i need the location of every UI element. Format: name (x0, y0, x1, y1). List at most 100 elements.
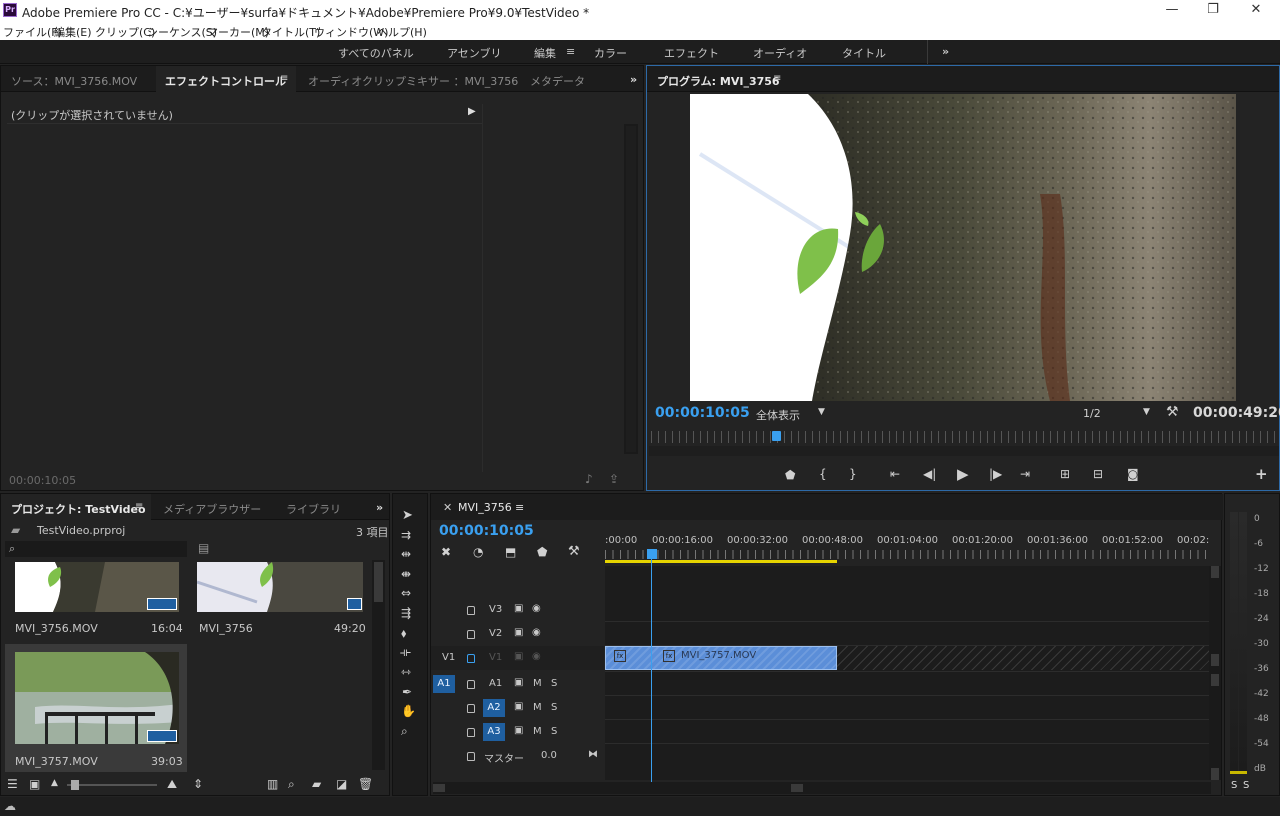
zoom-dropdown-icon[interactable]: ▼ (818, 407, 825, 417)
sync-lock-icon[interactable]: ▣ (514, 603, 523, 614)
new-bin-icon[interactable]: ▰ (312, 777, 321, 791)
zoom-tool-icon[interactable]: ⌕ (401, 724, 408, 739)
tab-effect-controls[interactable]: エフェクトコントロール (165, 73, 286, 89)
lock-icon[interactable] (467, 704, 475, 713)
selection-tool-icon[interactable]: ➤ (402, 508, 413, 523)
scroll-thumb[interactable] (1211, 566, 1219, 578)
automate-to-sequence-icon[interactable]: ▥ (267, 777, 278, 791)
mute-button[interactable]: M (533, 702, 542, 713)
menu-help[interactable]: ヘルプ(H) (377, 24, 427, 40)
project-item-1[interactable]: MVI_3756.MOV 16:04 (5, 560, 187, 642)
step-forward-icon[interactable]: |▶ (989, 467, 1002, 481)
mark-in-icon[interactable]: { (819, 467, 827, 481)
program-video-frame[interactable] (690, 94, 1236, 401)
trash-icon[interactable]: 🗑 (358, 777, 373, 791)
tracks-area[interactable] (605, 566, 1209, 780)
menu-marker[interactable]: マーカー(M) (207, 24, 269, 40)
workspace-color[interactable]: カラー (594, 45, 627, 61)
eye-icon[interactable]: ◉ (532, 627, 541, 638)
sync-lock-icon[interactable]: ▣ (514, 725, 523, 736)
extract-icon[interactable]: ⊟ (1093, 467, 1103, 481)
scroll-thumb[interactable] (433, 784, 445, 792)
project-search-input[interactable]: ⌕ (5, 541, 187, 557)
mute-button[interactable]: M (533, 726, 542, 737)
timeline-v-scrollbar[interactable] (1209, 566, 1221, 780)
project-item-2[interactable]: MVI_3756 49:20 (189, 560, 371, 642)
source-patch-a1[interactable]: A1 (433, 675, 455, 693)
thumbnail-size-slider[interactable] (67, 780, 157, 790)
new-bin-icon[interactable]: ▤ (198, 541, 209, 555)
resolution-dropdown-icon[interactable]: ▼ (1143, 407, 1150, 417)
menu-edit[interactable]: 編集(E) (54, 24, 92, 40)
close-button[interactable]: ✕ (1236, 2, 1276, 20)
timeline-playhead-handle[interactable] (647, 549, 657, 559)
meter-solo-left[interactable]: S (1231, 780, 1237, 791)
sequence-menu-icon[interactable]: ≡ (515, 501, 524, 514)
sync-lock-icon[interactable]: ▣ (514, 627, 523, 638)
eye-icon[interactable]: ◉ (532, 651, 541, 662)
workspace-audio[interactable]: オーディオ (753, 45, 807, 61)
pen-tool-icon[interactable]: ⇿ (401, 665, 411, 679)
menu-title[interactable]: タイトル(T) (261, 24, 320, 40)
go-to-out-icon[interactable]: ⇥ (1020, 467, 1030, 481)
marker-icon[interactable]: ⬟ (537, 545, 547, 559)
export-icon[interactable]: ⇪ (609, 472, 619, 486)
button-editor-icon[interactable]: + (1255, 465, 1268, 483)
zoom-out-icon[interactable]: ▲ (51, 778, 58, 788)
workspace-all-panels[interactable]: すべてのパネル (338, 45, 414, 61)
creative-cloud-icon[interactable]: ☁ (4, 799, 16, 813)
mark-out-icon[interactable]: } (849, 467, 857, 481)
expand-arrow-icon[interactable]: ▶ (468, 106, 476, 117)
hand-tool-icon[interactable]: ✒ (402, 685, 412, 699)
lock-icon[interactable] (467, 752, 475, 761)
workspace-overflow-icon[interactable]: » (942, 45, 949, 58)
timeline-ruler[interactable]: :00:00 00:00:16:00 00:00:32:00 00:00:48:… (605, 534, 1209, 564)
export-frame-icon[interactable]: ◙ (1127, 467, 1139, 481)
timeline-timecode[interactable]: 00:00:10:05 (439, 523, 534, 539)
program-playhead[interactable] (771, 431, 781, 441)
track-select-tool-icon[interactable]: ⇉ (401, 528, 411, 542)
slip-tool-icon[interactable]: ⬧ (401, 626, 406, 641)
eye-icon[interactable]: ◉ (532, 603, 541, 614)
workspace-editing[interactable]: 編集 (534, 45, 556, 61)
project-item-3[interactable]: MVI_3757.MOV 39:03 (5, 644, 187, 772)
tabs-overflow-icon[interactable]: » (376, 501, 383, 514)
zoom-in-icon[interactable]: ⛰ (167, 777, 177, 792)
lock-icon[interactable] (467, 630, 475, 639)
slider-handle[interactable] (71, 780, 79, 790)
list-view-icon[interactable]: ☰ (7, 777, 18, 791)
project-menu-icon[interactable]: ≡ (135, 501, 143, 512)
program-menu-icon[interactable]: ≡ (773, 73, 781, 84)
close-sequence-icon[interactable]: ✕ (443, 501, 452, 514)
track-label[interactable]: A2 (483, 699, 505, 717)
linked-selection-icon[interactable]: ◔ (473, 545, 483, 559)
lock-icon[interactable] (467, 728, 475, 737)
program-time-ruler[interactable] (651, 431, 1275, 443)
effect-controls-scrollbar[interactable] (624, 124, 638, 454)
tab-audio-clip-mixer[interactable]: オーディオクリップミキサー ：MVI_3756 (308, 73, 518, 89)
lock-icon[interactable] (467, 654, 475, 663)
program-current-time[interactable]: 00:00:10:05 (655, 405, 750, 421)
razor-tool-icon[interactable]: ⇶ (401, 606, 411, 620)
go-to-in-icon[interactable]: ⇤ (890, 467, 900, 481)
solo-button[interactable]: S (551, 726, 557, 737)
tab-project[interactable]: プロジェクト: TestVideo (11, 501, 146, 517)
master-volume[interactable]: 0.0 (541, 750, 557, 761)
solo-button[interactable]: S (551, 702, 557, 713)
scroll-thumb[interactable] (1211, 654, 1219, 666)
ripple-edit-tool-icon[interactable]: ⇹ (401, 547, 411, 561)
program-zoom-bar[interactable] (649, 446, 1279, 456)
lift-icon[interactable]: ⊞ (1060, 467, 1070, 481)
tab-metadata[interactable]: メタデータ (530, 73, 585, 89)
maximize-button[interactable]: ❐ (1193, 2, 1233, 20)
timeline-h-scrollbar[interactable] (433, 782, 1211, 794)
audio-scrub-icon[interactable]: ♪ (585, 472, 593, 486)
sequence-tab[interactable]: MVI_3756 (458, 501, 512, 514)
sync-lock-icon[interactable]: ▣ (514, 701, 523, 712)
wrench-icon[interactable]: ⚒ (1166, 404, 1179, 420)
minimize-button[interactable]: — (1152, 2, 1192, 20)
slide-tool-icon[interactable]: ⟛ (400, 645, 411, 660)
lock-icon[interactable] (467, 680, 475, 689)
workspace-assembly[interactable]: アセンブリ (447, 45, 501, 61)
track-label[interactable]: A3 (483, 723, 505, 741)
